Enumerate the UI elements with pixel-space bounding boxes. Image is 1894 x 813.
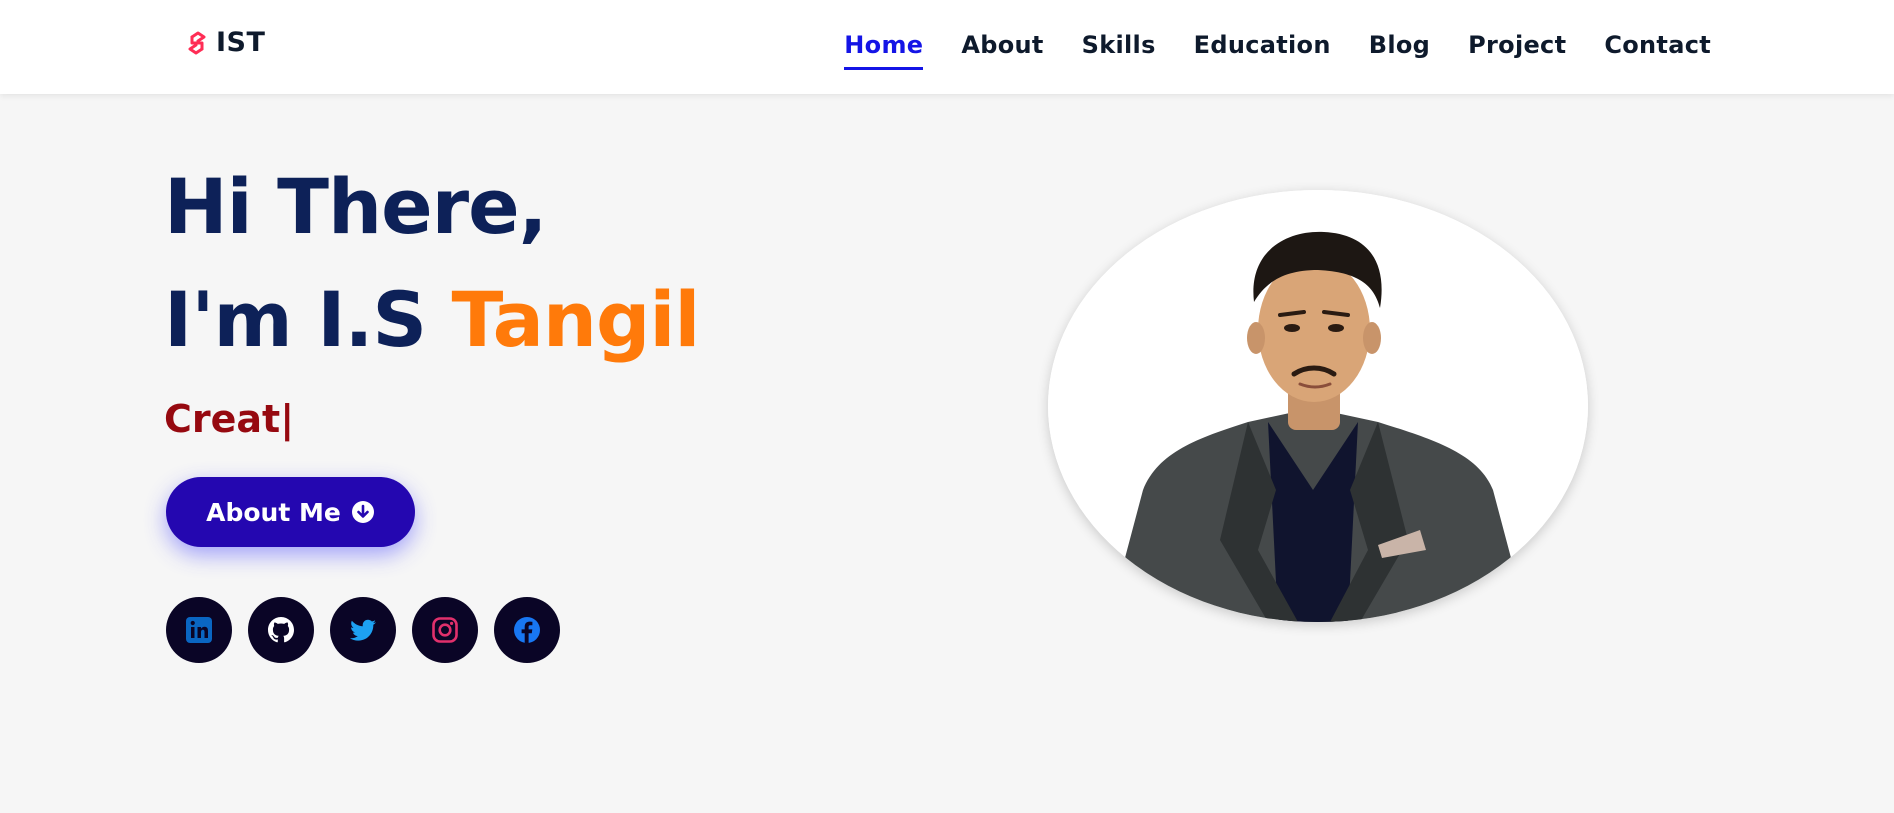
nav-education-link[interactable]: Education: [1194, 28, 1331, 62]
hero-intro-text: I'm I.S: [164, 275, 452, 364]
facebook-icon: [514, 617, 540, 643]
profile-photo-illustration: [1048, 190, 1588, 622]
hero-greeting: Hi There,: [164, 162, 548, 251]
linkedin-icon: [186, 617, 212, 643]
nav-project-link[interactable]: Project: [1468, 28, 1566, 62]
nav-blog-link[interactable]: Blog: [1369, 28, 1430, 62]
brand-text: IST: [216, 27, 266, 58]
hero-name: Tangil: [451, 275, 701, 364]
profile-photo: [1048, 190, 1588, 622]
linkedin-link[interactable]: [166, 597, 232, 663]
nav-contact-link[interactable]: Contact: [1604, 28, 1711, 62]
twitter-link[interactable]: [330, 597, 396, 663]
navbar: IST Home About Skills Education Blog Pro…: [0, 0, 1894, 94]
github-icon: [268, 617, 294, 643]
nav-skills-link[interactable]: Skills: [1082, 28, 1156, 62]
nav-home-link[interactable]: Home: [844, 28, 924, 70]
twitter-icon: [350, 619, 376, 641]
arrow-down-circle-icon: [351, 501, 374, 523]
about-me-label: About Me: [206, 497, 341, 527]
social-links: [166, 597, 560, 663]
typing-text: Creat|: [164, 397, 295, 441]
logo-s-icon: [188, 31, 206, 55]
nav-about-link[interactable]: About: [961, 28, 1043, 62]
brand-logo[interactable]: IST: [184, 28, 265, 58]
instagram-icon: [432, 617, 458, 643]
github-link[interactable]: [248, 597, 314, 663]
facebook-link[interactable]: [494, 597, 560, 663]
nav-menu: Home About Skills Education Blog Project…: [844, 28, 1711, 70]
instagram-link[interactable]: [412, 597, 478, 663]
hero-intro: I'm I.S Tangil: [164, 275, 700, 365]
about-me-button[interactable]: About Me: [166, 477, 415, 547]
